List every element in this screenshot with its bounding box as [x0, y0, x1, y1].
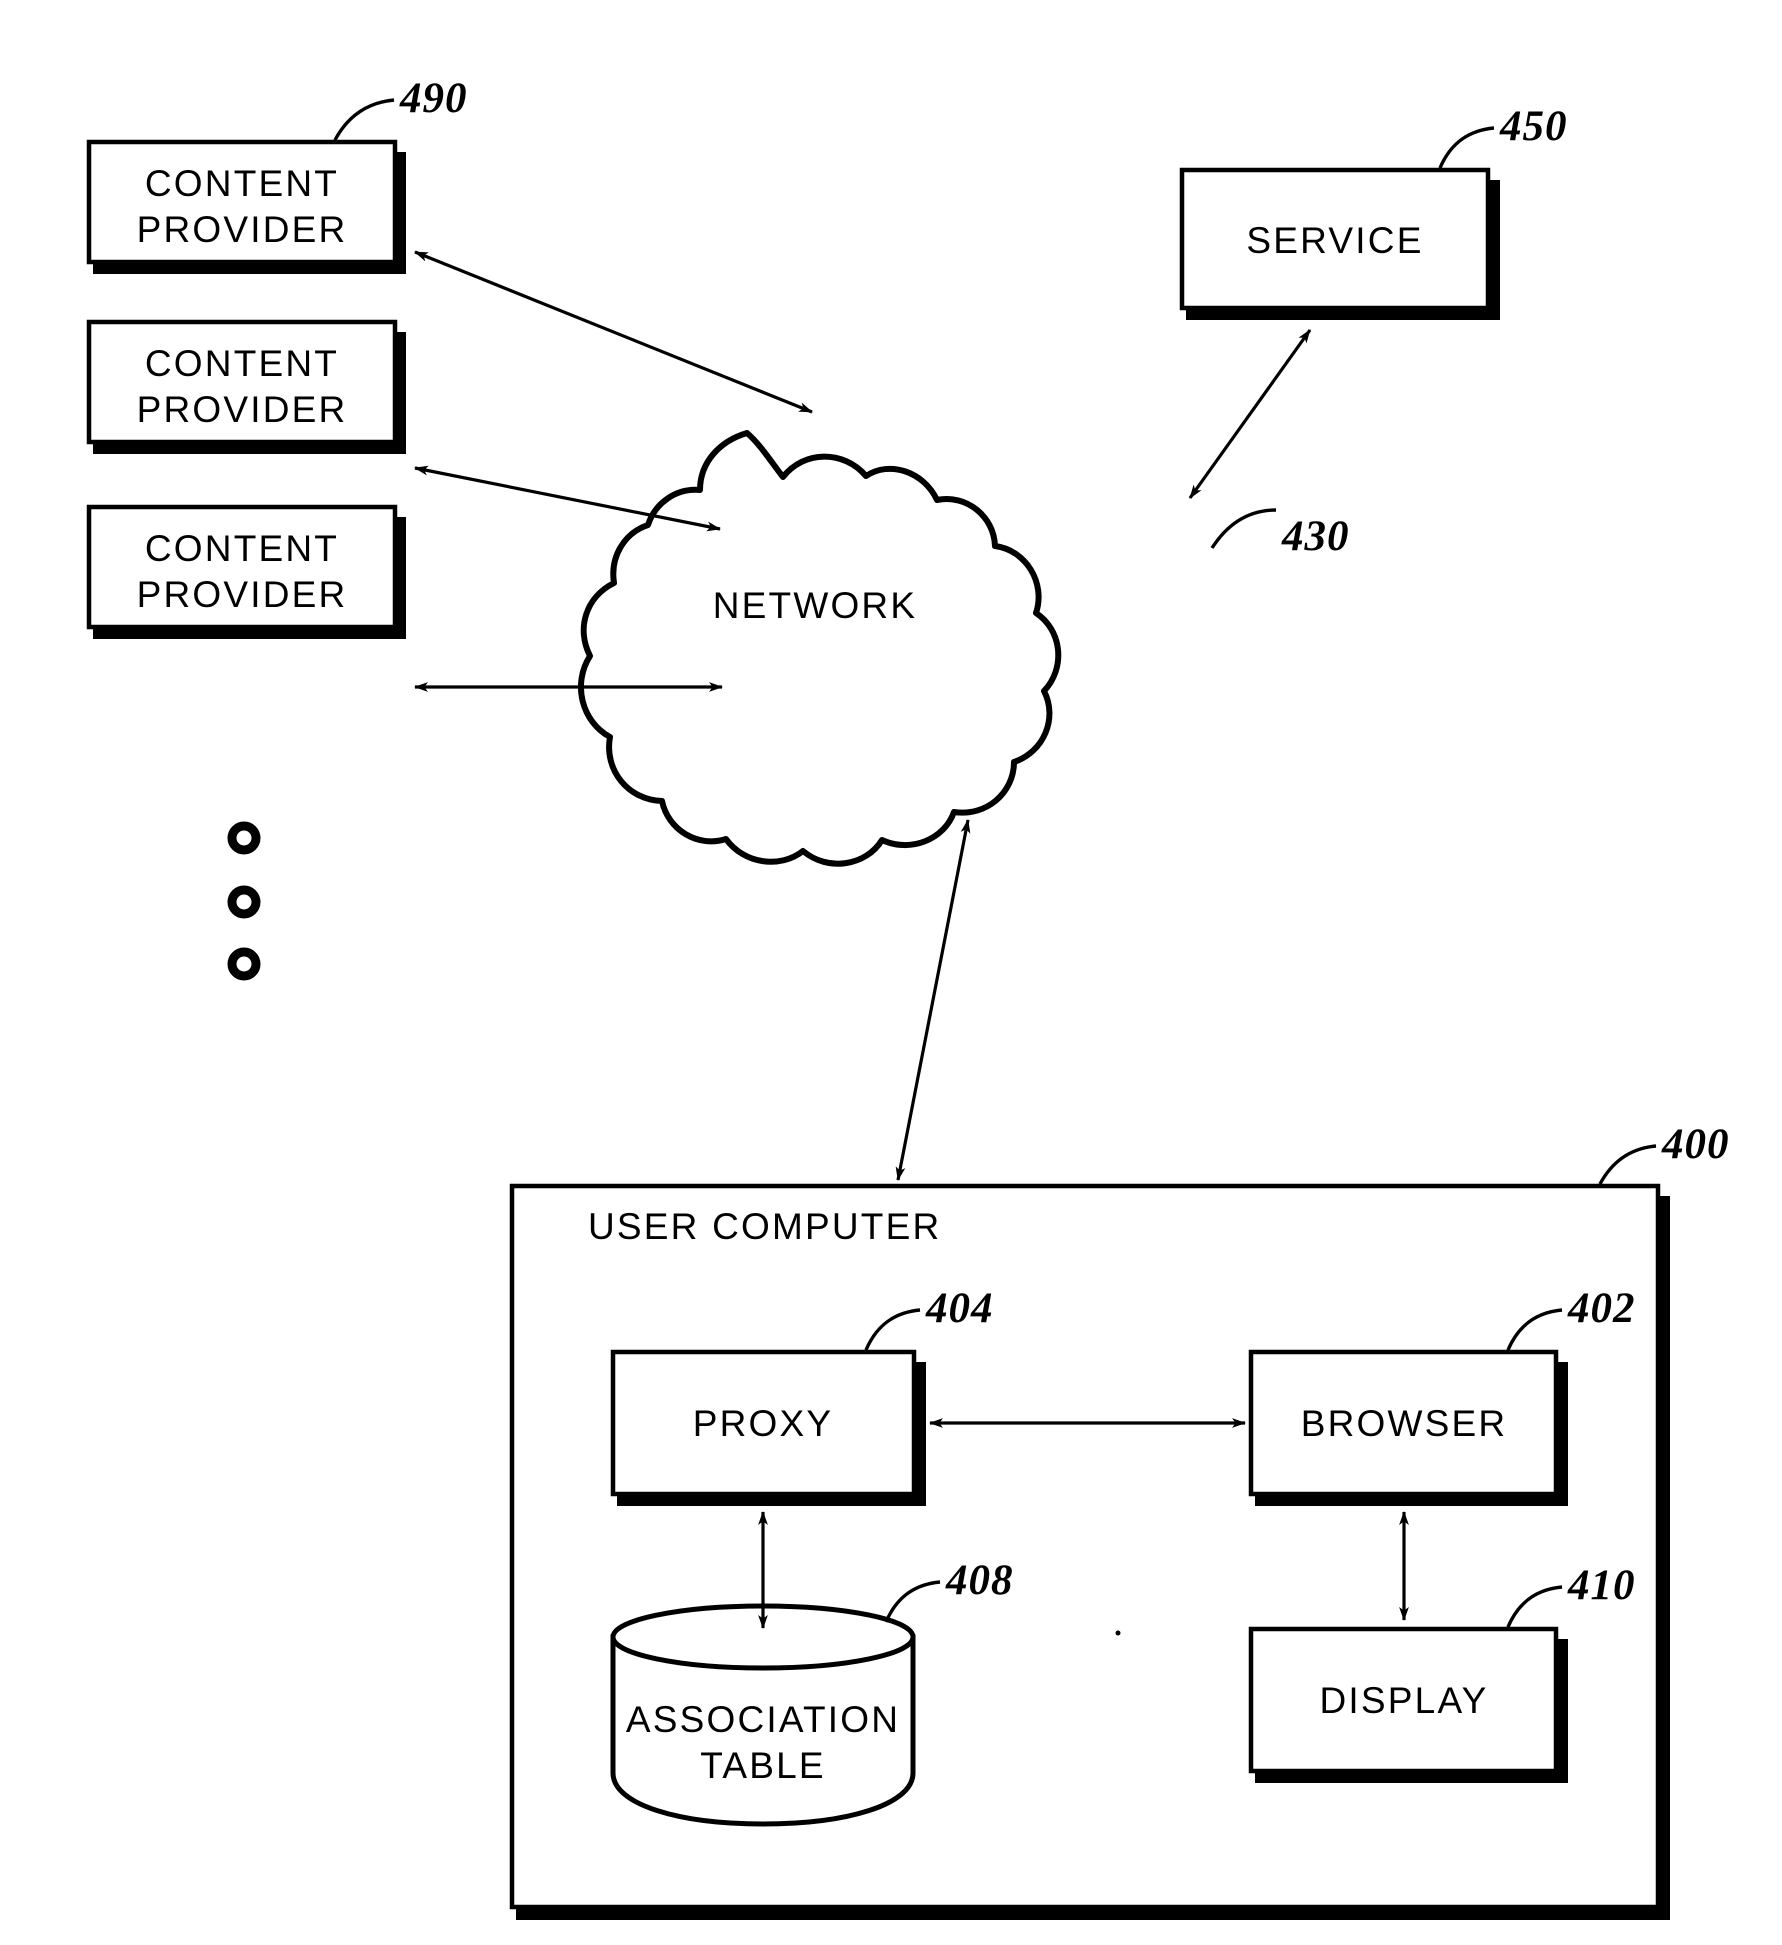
association-table-label-line2: TABLE — [700, 1745, 825, 1786]
connector-service-network-line — [1188, 329, 1312, 499]
print-artifact-dot — [1115, 1630, 1121, 1636]
connector-network-usercomputer — [895, 819, 971, 1181]
service-ref: 450 — [1499, 103, 1568, 150]
patent-figure: CONTENT PROVIDER 490 CONTENT PROVIDER CO… — [0, 0, 1782, 1945]
display-ref: 410 — [1567, 1562, 1636, 1609]
content-provider-ellipsis — [227, 821, 261, 981]
ellipsis-dot-2 — [227, 885, 261, 919]
service-label: SERVICE — [1246, 220, 1423, 261]
content-provider-1-ref: 490 — [399, 75, 468, 122]
content-provider-1-label-line1: CONTENT — [145, 163, 339, 204]
network-ref: 430 — [1281, 513, 1350, 560]
network-label: NETWORK — [713, 585, 918, 626]
content-provider-1-label-line2: PROVIDER — [137, 209, 348, 250]
service-ref-leader — [1438, 126, 1495, 169]
content-provider-3-label-line2: PROVIDER — [137, 574, 348, 615]
content-provider-1-ref-leader — [333, 98, 395, 141]
ellipsis-dot-1 — [227, 821, 261, 855]
network-cloud-shape — [577, 430, 1062, 867]
display-label: DISPLAY — [1320, 1680, 1489, 1721]
proxy-ref: 404 — [925, 1285, 994, 1332]
association-table-label-line1: ASSOCIATION — [626, 1699, 900, 1740]
service-node: SERVICE 450 — [1179, 103, 1568, 320]
content-provider-2-node: CONTENT PROVIDER — [86, 319, 406, 454]
browser-label: BROWSER — [1301, 1403, 1508, 1444]
connector-cp1-network-line — [414, 250, 813, 414]
content-provider-2-label-line2: PROVIDER — [137, 389, 348, 430]
content-provider-1-node: CONTENT PROVIDER 490 — [86, 75, 468, 274]
content-provider-3-label-line1: CONTENT — [145, 528, 339, 569]
user-computer-ref-leader — [1598, 1144, 1657, 1185]
connector-network-usercomputer-line — [895, 819, 971, 1181]
user-computer-label: USER COMPUTER — [588, 1206, 941, 1247]
network-node: NETWORK 430 — [577, 430, 1350, 867]
association-table-ref: 408 — [945, 1557, 1014, 1604]
user-computer-ref: 400 — [1661, 1121, 1730, 1168]
browser-ref: 402 — [1567, 1285, 1636, 1332]
network-ref-leader — [1210, 508, 1277, 549]
content-provider-2-label-line1: CONTENT — [145, 343, 339, 384]
proxy-label: PROXY — [693, 1403, 834, 1444]
connector-service-network — [1188, 329, 1312, 499]
content-provider-3-node: CONTENT PROVIDER — [86, 504, 406, 639]
connector-cp1-network — [414, 250, 813, 414]
ellipsis-dot-3 — [227, 947, 261, 981]
